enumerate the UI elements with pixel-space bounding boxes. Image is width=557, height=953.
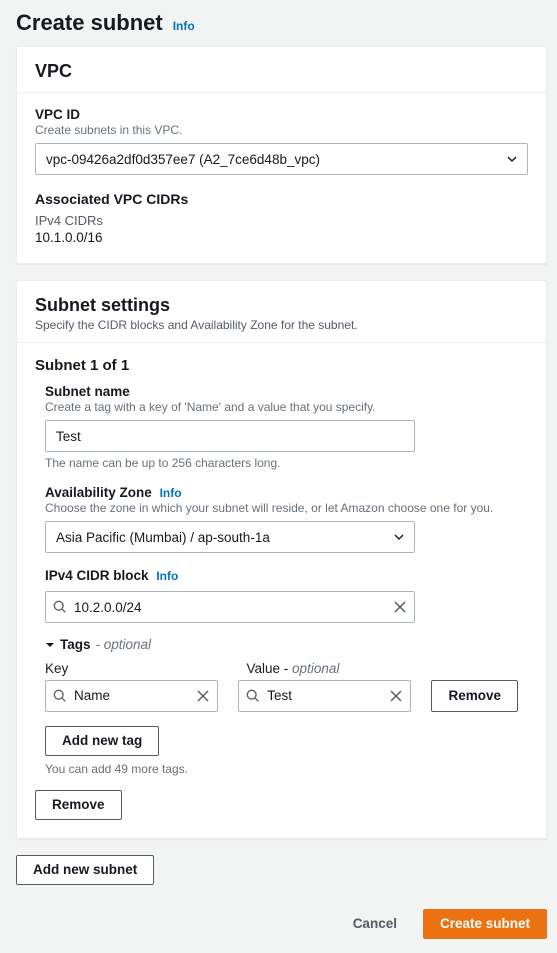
subnet-name-label: Subnet name	[45, 384, 518, 399]
tag-value-input[interactable]	[238, 680, 411, 712]
subnet-index-heading: Subnet 1 of 1	[35, 357, 528, 374]
cancel-button[interactable]: Cancel	[337, 909, 413, 939]
cidr-label: IPv4 CIDR block	[45, 568, 149, 583]
cidr-input[interactable]	[45, 591, 415, 623]
create-subnet-button[interactable]: Create subnet	[423, 909, 547, 939]
vpc-id-label: VPC ID	[35, 107, 528, 122]
page-info-link[interactable]: Info	[173, 19, 195, 33]
caret-down-icon	[45, 640, 55, 650]
add-subnet-button[interactable]: Add new subnet	[16, 855, 154, 885]
subnet-settings-sub: Specify the CIDR blocks and Availability…	[35, 318, 528, 332]
remove-tag-button[interactable]: Remove	[431, 680, 518, 712]
search-icon	[246, 689, 260, 703]
vpc-heading: VPC	[35, 61, 528, 82]
search-icon	[53, 600, 67, 614]
az-help: Choose the zone in which your subnet wil…	[45, 501, 518, 515]
cidr-info-link[interactable]: Info	[156, 569, 178, 583]
subnet-name-help: Create a tag with a key of 'Name' and a …	[45, 400, 518, 414]
az-label: Availability Zone	[45, 485, 152, 500]
subnet-settings-panel: Subnet settings Specify the CIDR blocks …	[16, 280, 547, 839]
subnet-name-input[interactable]	[45, 420, 415, 452]
page-title: Create subnet	[16, 10, 163, 36]
az-value: Asia Pacific (Mumbai) / ap-south-1a	[56, 530, 270, 545]
vpc-id-select[interactable]: vpc-09426a2df0d357ee7 (A2_7ce6d48b_vpc)	[35, 143, 528, 175]
remove-subnet-button[interactable]: Remove	[35, 790, 122, 820]
tag-limit-text: You can add 49 more tags.	[45, 762, 518, 776]
clear-icon[interactable]	[389, 689, 403, 703]
vpc-panel: VPC VPC ID Create subnets in this VPC. v…	[16, 46, 547, 264]
clear-icon[interactable]	[196, 689, 210, 703]
subnet-name-hint: The name can be up to 256 characters lon…	[45, 456, 518, 470]
tags-toggle[interactable]: Tags - optional	[45, 637, 151, 652]
vpc-id-value: vpc-09426a2df0d357ee7 (A2_7ce6d48b_vpc)	[46, 152, 320, 167]
ipv4-cidrs-label: IPv4 CIDRs	[35, 213, 528, 228]
ipv4-cidrs-value: 10.1.0.0/16	[35, 230, 528, 245]
tag-value-col-label: Value - optional	[247, 661, 429, 676]
tags-label: Tags	[60, 637, 91, 652]
tag-key-input[interactable]	[45, 680, 218, 712]
vpc-id-help: Create subnets in this VPC.	[35, 123, 528, 137]
az-select[interactable]: Asia Pacific (Mumbai) / ap-south-1a	[45, 521, 415, 553]
chevron-down-icon	[507, 154, 517, 164]
search-icon	[53, 689, 67, 703]
tags-optional: - optional	[96, 637, 152, 652]
az-info-link[interactable]: Info	[160, 486, 182, 500]
assoc-cidrs-heading: Associated VPC CIDRs	[35, 191, 528, 207]
chevron-down-icon	[394, 532, 404, 542]
clear-icon[interactable]	[393, 600, 407, 614]
add-tag-button[interactable]: Add new tag	[45, 726, 159, 756]
subnet-settings-heading: Subnet settings	[35, 295, 528, 316]
tag-row: Remove	[45, 680, 518, 712]
tag-key-col-label: Key	[45, 661, 227, 676]
